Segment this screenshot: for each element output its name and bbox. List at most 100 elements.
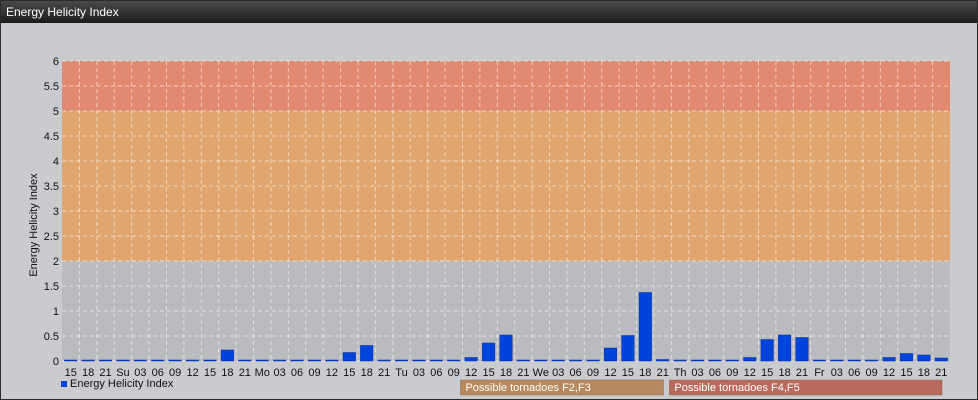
- bar[interactable]: [116, 359, 130, 362]
- bar[interactable]: [307, 359, 321, 362]
- x-tick-label: 06: [570, 367, 582, 379]
- x-tick-label: 03: [691, 367, 703, 379]
- bar[interactable]: [621, 335, 635, 362]
- x-tick-label: 06: [430, 367, 442, 379]
- bar[interactable]: [934, 357, 948, 362]
- bar[interactable]: [725, 359, 739, 362]
- bar[interactable]: [743, 357, 757, 362]
- chart-widget: Energy Helicity Index 0 0.5 1 1.5 2 2.5 3 3.5 4 4…: [0, 0, 978, 400]
- x-tick-label: 21: [239, 367, 251, 379]
- x-tick-label: 21: [657, 367, 669, 379]
- bar[interactable]: [203, 359, 217, 362]
- y-tick-label: 5.5: [44, 81, 59, 93]
- bar[interactable]: [551, 359, 565, 362]
- x-tick-label: 03: [831, 367, 843, 379]
- bar[interactable]: [882, 357, 896, 362]
- bar[interactable]: [795, 337, 809, 362]
- bar[interactable]: [168, 359, 182, 362]
- x-tick-label: Fr: [814, 367, 825, 379]
- bar[interactable]: [638, 292, 652, 362]
- bar[interactable]: [395, 359, 409, 362]
- x-tick-label: 09: [308, 367, 320, 379]
- x-tick-label: 12: [465, 367, 477, 379]
- y-tick-label: 2: [53, 256, 59, 268]
- legend[interactable]: Energy Helicity Index: [61, 378, 174, 390]
- x-tick-label: 09: [726, 367, 738, 379]
- x-tick-label: 21: [796, 367, 808, 379]
- x-tick-label: 15: [204, 367, 216, 379]
- bar[interactable]: [412, 359, 426, 362]
- x-tick-label: 18: [918, 367, 930, 379]
- x-tick-label: Th: [674, 367, 687, 379]
- bar[interactable]: [151, 359, 165, 362]
- x-tick-label: Tu: [395, 367, 407, 379]
- tornado-band-labels: Possible tornadoes F2,F3 Possible tornado…: [460, 379, 943, 396]
- x-tick-label: 15: [761, 367, 773, 379]
- bar[interactable]: [360, 345, 374, 362]
- y-tick-label: 5: [53, 106, 59, 118]
- bar[interactable]: [691, 359, 705, 362]
- bar[interactable]: [255, 359, 269, 362]
- bar[interactable]: [81, 359, 95, 362]
- x-tick-label: 06: [291, 367, 303, 379]
- window-title: Energy Helicity Index: [6, 5, 119, 19]
- title-bar: Energy Helicity Index: [1, 1, 977, 23]
- ehi-chart: 00.511.522.533.544.555.56 15 18 21 Su 03 06 09…: [28, 56, 950, 396]
- y-tick-label: 1.5: [44, 281, 59, 293]
- x-tick-label: 12: [883, 367, 895, 379]
- bar[interactable]: [186, 359, 200, 362]
- bar[interactable]: [812, 359, 826, 362]
- bar[interactable]: [865, 359, 879, 362]
- bar[interactable]: [290, 359, 304, 362]
- bar[interactable]: [708, 359, 722, 362]
- bar[interactable]: [516, 359, 530, 362]
- tornado-band-label: Possible tornadoes F4,F5: [674, 382, 799, 394]
- bar[interactable]: [656, 359, 670, 362]
- bar[interactable]: [377, 359, 391, 362]
- tornado-band-label: Possible tornadoes F2,F3: [465, 382, 590, 394]
- x-tick-label: 12: [186, 367, 198, 379]
- x-tick-label: 15: [900, 367, 912, 379]
- x-tick-label: 09: [448, 367, 460, 379]
- bar[interactable]: [99, 359, 113, 362]
- bar[interactable]: [447, 359, 461, 362]
- bar[interactable]: [847, 359, 861, 362]
- bar[interactable]: [499, 334, 513, 362]
- x-tick-label: 06: [848, 367, 860, 379]
- bar[interactable]: [464, 357, 478, 362]
- x-tick-label: 18: [361, 367, 373, 379]
- y-tick-label: 4: [53, 156, 59, 168]
- bar[interactable]: [238, 359, 252, 362]
- x-tick-label: 03: [552, 367, 564, 379]
- legend-swatch: [61, 381, 67, 387]
- bar[interactable]: [586, 359, 600, 362]
- bar[interactable]: [220, 349, 234, 362]
- x-axis-ticks: 15 18 21 Su 03 06 09 12 15 18 21 Mo 03 06 09 12 15 18 21 Tu…: [65, 367, 948, 379]
- bar[interactable]: [273, 359, 287, 362]
- bar[interactable]: [64, 359, 78, 362]
- bar[interactable]: [325, 359, 339, 362]
- bar[interactable]: [673, 359, 687, 362]
- bar[interactable]: [342, 352, 356, 362]
- bar[interactable]: [429, 359, 443, 362]
- bar[interactable]: [534, 359, 548, 362]
- bar[interactable]: [830, 359, 844, 362]
- bar[interactable]: [760, 339, 774, 362]
- x-tick-label: We: [533, 367, 549, 379]
- bar[interactable]: [778, 334, 792, 362]
- x-tick-label: 21: [935, 367, 947, 379]
- bar[interactable]: [569, 359, 583, 362]
- x-tick-label: 18: [778, 367, 790, 379]
- x-tick-label: 03: [413, 367, 425, 379]
- x-tick-label: 15: [343, 367, 355, 379]
- y-axis-ticks: 0 0.5 1 1.5 2 2.5 3 3.5 4 4.5 5 5.5 6: [44, 56, 59, 368]
- bar[interactable]: [917, 354, 931, 362]
- bar[interactable]: [899, 353, 913, 362]
- x-tick-label: 12: [744, 367, 756, 379]
- bar[interactable]: [603, 347, 617, 362]
- bar[interactable]: [133, 359, 147, 362]
- bar[interactable]: [482, 342, 496, 362]
- x-tick-label: 18: [500, 367, 512, 379]
- y-tick-label: 0: [53, 356, 59, 368]
- y-tick-label: 0.5: [44, 331, 59, 343]
